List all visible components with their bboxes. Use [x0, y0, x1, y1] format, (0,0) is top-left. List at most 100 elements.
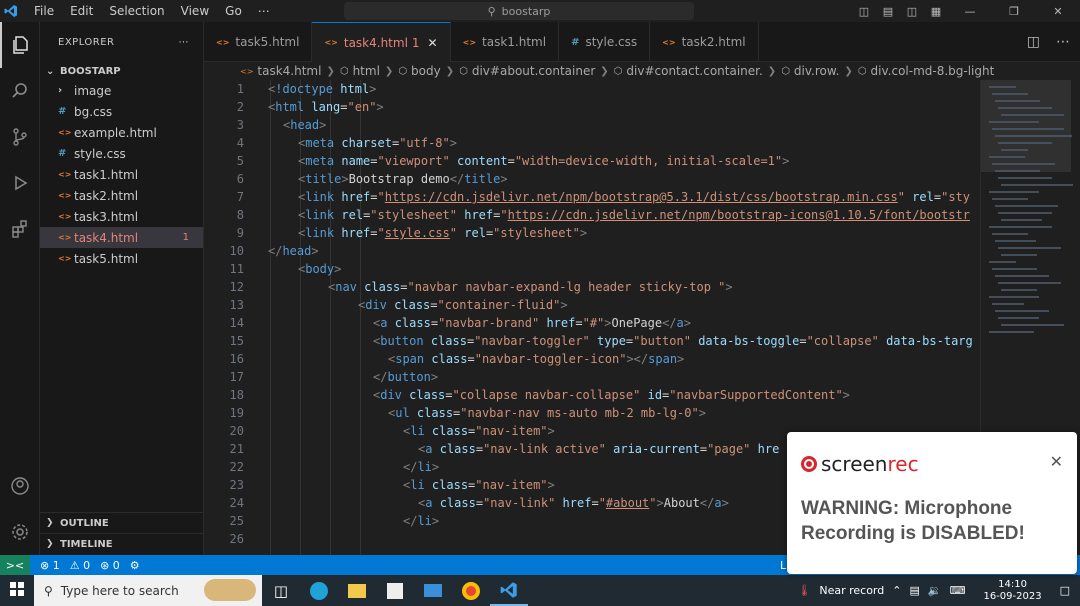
code-line: 19 <ul class="navbar-nav ms-auto mb-2 mb-…: [204, 404, 980, 422]
line-number: 12: [229, 280, 244, 294]
chevron-up-icon[interactable]: ⌃: [892, 584, 901, 597]
workspace-root[interactable]: ⌄ BOOSTARP: [40, 62, 203, 80]
explorer-icon[interactable]: [0, 22, 40, 68]
store-icon[interactable]: [376, 575, 414, 606]
search-icon[interactable]: [0, 68, 40, 114]
file-item[interactable]: # style.css: [40, 143, 203, 164]
file-item[interactable]: <> task3.html: [40, 206, 203, 227]
code-text: <div class="container-fluid">: [358, 298, 568, 312]
manage-gear-icon[interactable]: [0, 509, 40, 555]
menu-file[interactable]: File: [34, 4, 54, 18]
file-item[interactable]: <> example.html: [40, 122, 203, 143]
toggle-sidebar-icon[interactable]: ◫: [852, 5, 876, 18]
mail-icon[interactable]: [414, 575, 452, 606]
vscode-taskbar-icon[interactable]: [490, 575, 528, 606]
command-center-search[interactable]: ⚲ boostarp: [344, 2, 694, 20]
line-number: 9: [236, 226, 244, 240]
line-number: 26: [229, 532, 244, 546]
customize-layout-icon[interactable]: ▦: [924, 5, 948, 18]
volume-icon[interactable]: 🔉: [928, 584, 942, 597]
menu-selection[interactable]: Selection: [109, 4, 164, 18]
file-item[interactable]: <> task1.html: [40, 164, 203, 185]
minimap-line: [998, 142, 1052, 144]
file-explorer-icon[interactable]: [338, 575, 376, 606]
restore-button[interactable]: ❐: [992, 5, 1036, 18]
toggle-secondary-sidebar-icon[interactable]: ◫: [900, 5, 924, 18]
account-icon[interactable]: [0, 463, 40, 509]
weather-text[interactable]: Near record: [819, 584, 884, 597]
editor-tab[interactable]: <> task1.html: [451, 22, 560, 62]
explorer-header: EXPLORER ⋯: [40, 22, 203, 62]
breadcrumb-item[interactable]: div.row.: [794, 64, 839, 78]
remote-indicator-icon[interactable]: ><: [0, 555, 30, 575]
minimap-line: [992, 163, 1055, 165]
timeline-section[interactable]: ❯ TIMELINE: [40, 533, 204, 554]
close-icon[interactable]: ✕: [1050, 452, 1063, 471]
menu-more[interactable]: ⋯: [258, 4, 270, 18]
editor-tab[interactable]: <> task5.html: [204, 22, 313, 62]
command-center-label: boostarp: [501, 4, 551, 18]
source-control-icon[interactable]: [0, 114, 40, 160]
chrome-icon[interactable]: [452, 575, 490, 606]
menu-view[interactable]: View: [181, 4, 209, 18]
tab-label: task1.html: [482, 35, 547, 49]
breadcrumb-item[interactable]: html: [353, 64, 380, 78]
file-name: task3.html: [74, 209, 139, 224]
minimap-line: [989, 156, 1025, 158]
outline-section[interactable]: ❯ OUTLINE: [40, 512, 204, 533]
notifications-icon[interactable]: □: [1060, 584, 1070, 597]
language-icon[interactable]: ⌨: [950, 584, 966, 597]
minimap-line: [995, 135, 1072, 137]
line-number: 11: [229, 262, 244, 276]
breadcrumb-item[interactable]: task4.html: [257, 64, 321, 78]
minimap-line: [992, 268, 1037, 270]
taskbar-search[interactable]: ⚲ Type here to search: [34, 575, 262, 606]
task-view-icon[interactable]: ◫: [262, 575, 300, 606]
line-number: 10: [229, 244, 244, 258]
editor-tab[interactable]: # style.css: [559, 22, 651, 62]
breadcrumb-item[interactable]: body: [411, 64, 441, 78]
minimize-button[interactable]: —: [948, 5, 992, 18]
windows-start-icon[interactable]: [0, 581, 34, 600]
line-number: 8: [236, 208, 244, 222]
menu-edit[interactable]: Edit: [70, 4, 93, 18]
menu-go[interactable]: Go: [225, 4, 242, 18]
edge-icon[interactable]: [300, 575, 338, 606]
minimap-line: [992, 233, 1028, 235]
element-icon: ⬡: [857, 65, 867, 77]
breadcrumb-item[interactable]: div#about.container: [472, 64, 595, 78]
run-debug-icon[interactable]: [0, 160, 40, 206]
clock[interactable]: 14:10 16-09-2023: [975, 579, 1041, 603]
element-icon: ⬡: [339, 65, 349, 77]
live-share-icon[interactable]: ⚙: [130, 559, 140, 572]
minimap-line: [995, 310, 1049, 312]
warnings-indicator[interactable]: ⚠ 0: [70, 559, 90, 572]
extensions-icon[interactable]: [0, 206, 40, 252]
breadcrumb-item[interactable]: div.col-md-8.bg-light: [871, 64, 995, 78]
editor-tab[interactable]: <> task4.html 1 ✕: [312, 22, 451, 62]
file-item[interactable]: › image: [40, 80, 203, 101]
ports-indicator[interactable]: ⊛ 0: [100, 559, 120, 572]
close-window-button[interactable]: ✕: [1036, 5, 1080, 18]
file-name: example.html: [74, 125, 157, 140]
more-actions-icon[interactable]: ⋯: [1056, 34, 1070, 50]
code-line: 9 <link href="style.css" rel="stylesheet"…: [204, 224, 980, 242]
code-line: 17 </button>: [204, 368, 980, 386]
code-line: 14 <a class="navbar-brand" href="#">OnePa…: [204, 314, 980, 332]
editor-tab[interactable]: <> task2.html: [650, 22, 759, 62]
file-item[interactable]: <> task5.html: [40, 248, 203, 269]
toggle-panel-icon[interactable]: ▤: [876, 5, 900, 18]
code-text: <nav class="navbar navbar-expand-lg head…: [328, 280, 733, 294]
errors-indicator[interactable]: ⊗ 1: [40, 559, 60, 572]
more-actions-icon[interactable]: ⋯: [179, 37, 190, 48]
network-icon[interactable]: ▤: [909, 584, 919, 597]
file-item[interactable]: # bg.css: [40, 101, 203, 122]
close-tab-icon[interactable]: ✕: [428, 36, 438, 50]
breadcrumb-item[interactable]: div#contact.container.: [626, 64, 762, 78]
file-item[interactable]: <> task4.html 1: [40, 227, 203, 248]
file-item[interactable]: <> task2.html: [40, 185, 203, 206]
thermometer-icon: 🌡: [797, 584, 812, 597]
split-editor-icon[interactable]: ◫: [1027, 34, 1040, 50]
code-text: <a class="nav-link" href="#about">About<…: [418, 496, 729, 510]
tab-label: task4.html: [343, 35, 408, 50]
